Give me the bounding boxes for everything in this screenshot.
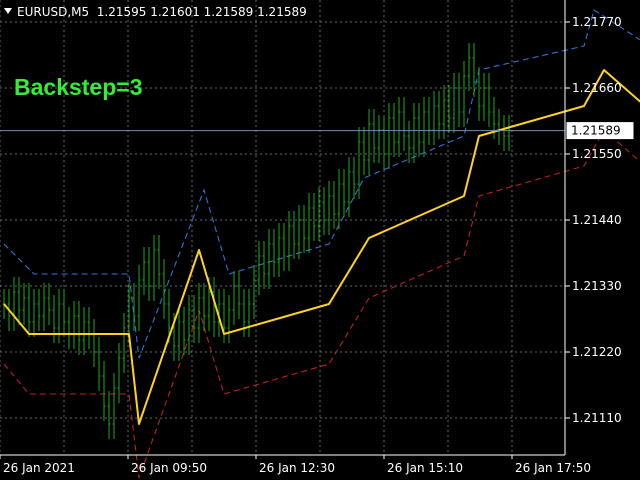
price-tag-value: 1.21589	[571, 124, 621, 138]
y-tick-label: 1.21110	[572, 411, 622, 425]
x-tick-label: 26 Jan 15:10	[387, 461, 463, 475]
y-tick-label: 1.21440	[572, 213, 622, 227]
x-tick-label: 26 Jan 2021	[3, 461, 75, 475]
y-tick-label: 1.21220	[572, 345, 622, 359]
ohlc-values: 1.21595 1.21601 1.21589 1.21589	[96, 5, 307, 19]
chart-header: EURUSD,M5 1.21595 1.21601 1.21589 1.2158…	[4, 5, 307, 19]
price-chart[interactable]: 1.21770 1.21660 1.21550 1.21440 1.21330 1.212…	[0, 0, 640, 480]
y-tick-label: 1.21330	[572, 279, 622, 293]
dropdown-triangle-icon[interactable]	[4, 8, 12, 14]
x-tick-label: 26 Jan 09:50	[131, 461, 207, 475]
y-tick-label: 1.21550	[572, 147, 622, 161]
current-price-tag: 1.21589	[566, 122, 634, 140]
y-tick-label: 1.21660	[572, 81, 622, 95]
backstep-label: Backstep=3	[14, 74, 143, 100]
symbol-label: EURUSD,M5	[17, 5, 90, 19]
x-tick-label: 26 Jan 12:30	[259, 461, 335, 475]
y-tick-label: 1.21770	[572, 15, 622, 29]
x-tick-label: 26 Jan 17:50	[515, 461, 591, 475]
